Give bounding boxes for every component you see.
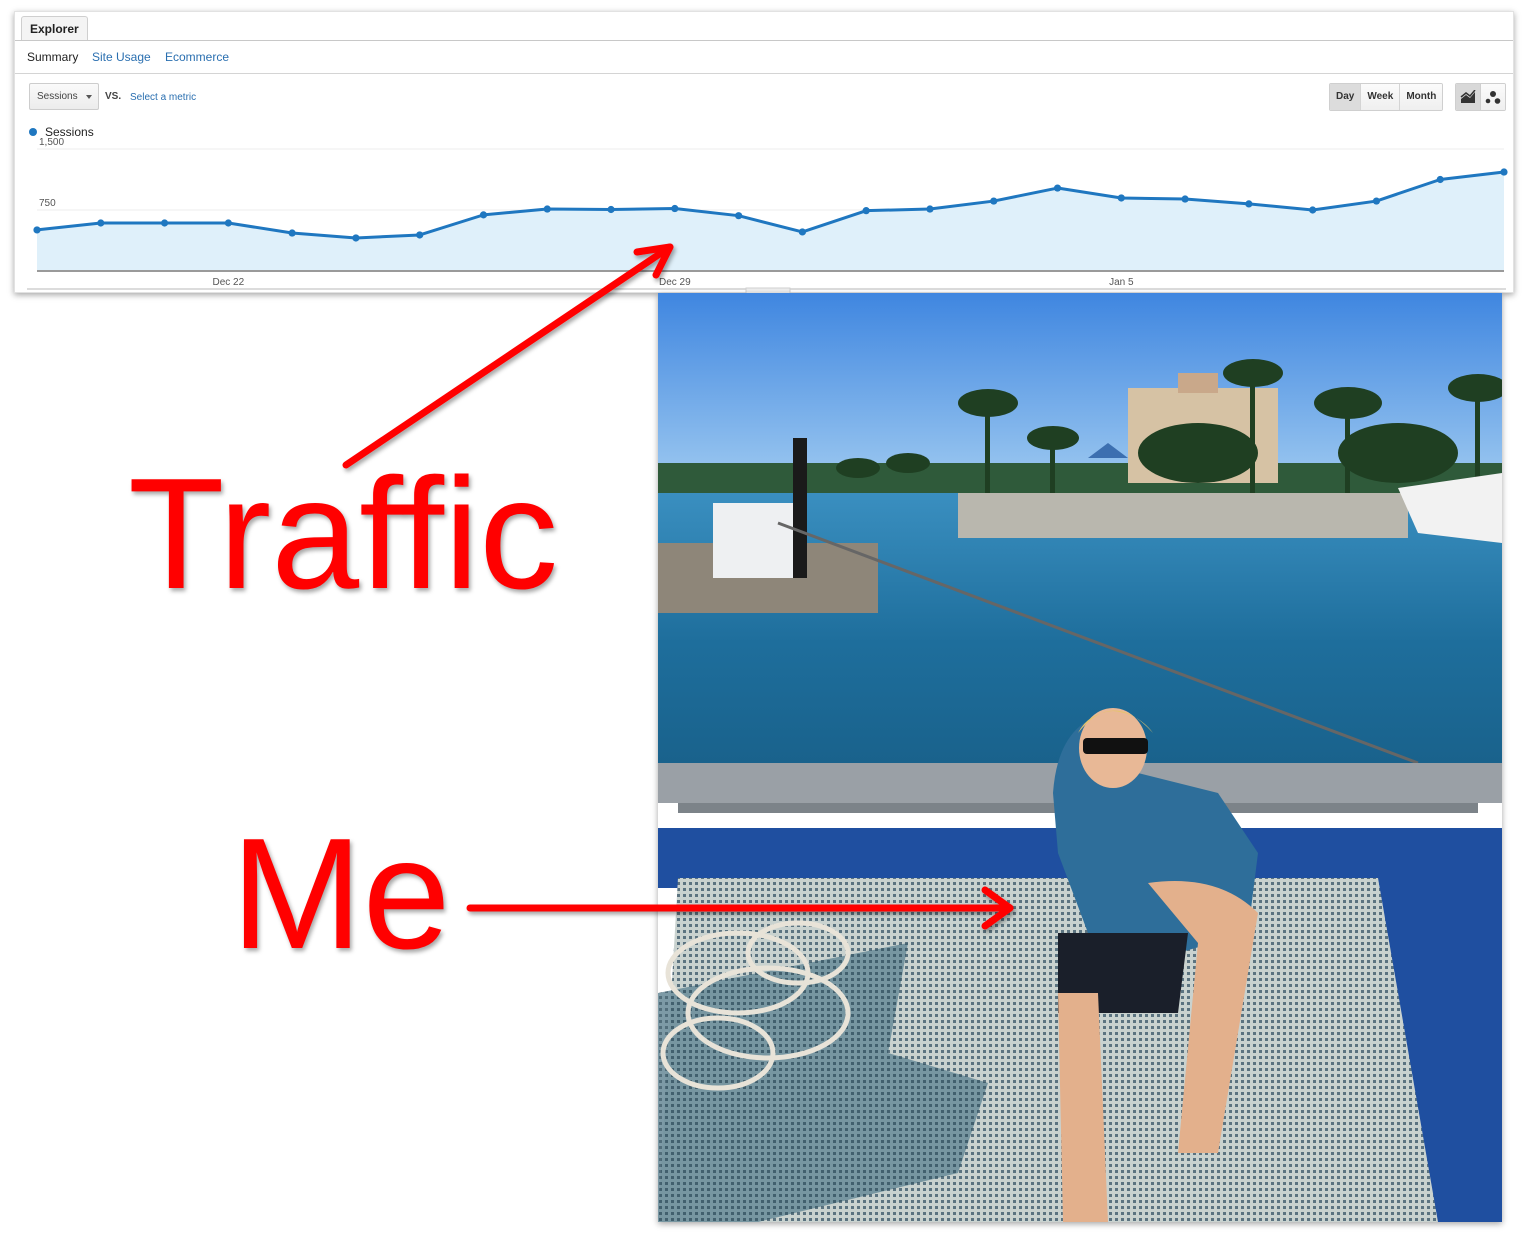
data-point [160, 219, 169, 227]
data-point [1245, 200, 1253, 208]
data-point [1053, 184, 1062, 192]
data-point [1436, 175, 1444, 184]
vacation-photo [658, 293, 1502, 1222]
data-point [416, 231, 424, 239]
analytics-explorer-panel: Explorer Summary Site Usage Ecommerce Se… [14, 11, 1514, 294]
data-point [990, 197, 998, 205]
data-point [1117, 194, 1125, 202]
data-point [352, 234, 360, 242]
x-tick-label: Jan 5 [1109, 277, 1134, 288]
data-point [607, 205, 615, 214]
traffic-annotation-label: Traffic [128, 446, 559, 622]
data-point [735, 212, 743, 220]
data-point [288, 229, 296, 237]
data-point [97, 219, 105, 227]
y-tick-label: 1,500 [39, 137, 64, 148]
data-point [798, 228, 806, 236]
data-point [1309, 206, 1317, 214]
me-annotation-label: Me [231, 806, 451, 982]
data-point [1372, 197, 1381, 205]
sessions-chart: 750 1,500 Dec 22 Dec 29 Jan 5 [27, 137, 1508, 294]
x-tick-label: Dec 22 [213, 277, 245, 288]
data-point [1500, 168, 1508, 176]
data-point [862, 207, 870, 215]
series-area-sessions [37, 172, 1504, 271]
y-tick-label: 750 [39, 198, 56, 209]
data-point [479, 211, 488, 219]
data-point [926, 205, 934, 213]
data-point [671, 204, 679, 213]
data-point [33, 226, 41, 234]
x-tick-label: Dec 29 [659, 277, 691, 288]
photo-image [658, 293, 1502, 1222]
data-point [543, 205, 551, 213]
data-point [224, 219, 232, 227]
data-point [1181, 195, 1189, 203]
